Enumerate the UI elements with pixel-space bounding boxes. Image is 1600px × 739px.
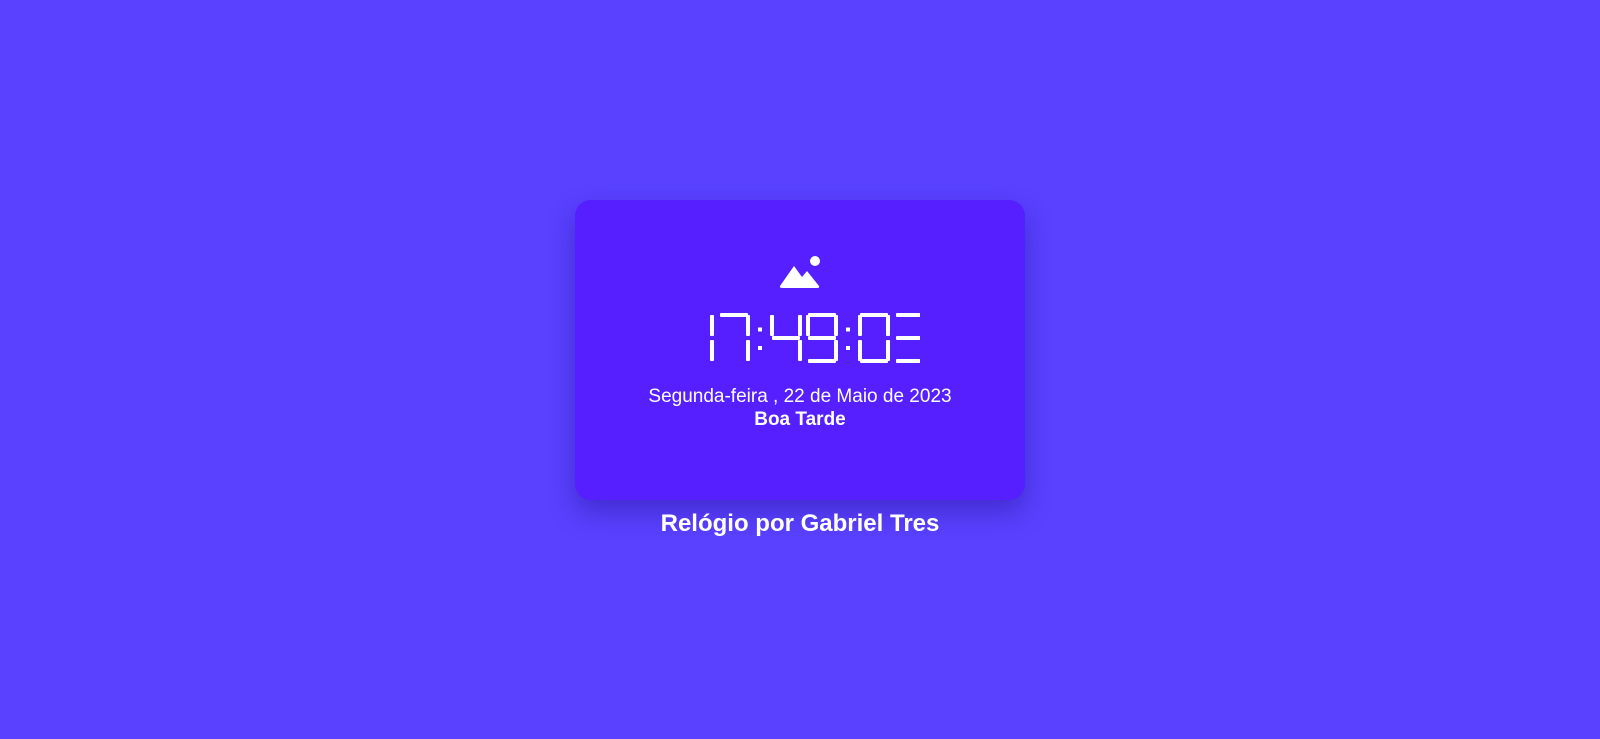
digital-time — [575, 310, 1025, 366]
time-separator — [758, 327, 762, 350]
time-digit-3 — [806, 313, 838, 363]
clock-card: Segunda-feira , 22 de Maio de 2023 Boa T… — [575, 200, 1025, 500]
time-digit-1 — [720, 313, 750, 361]
time-digit-4 — [858, 313, 890, 363]
date-text: Segunda-feira , 22 de Maio de 2023 — [648, 386, 952, 407]
period-icon-wrapper — [575, 255, 1025, 289]
time-digit-2 — [770, 315, 802, 361]
time-digit-5 — [896, 313, 920, 363]
digital-time-display — [710, 313, 920, 363]
footer-credit: Relógio por Gabriel Tres — [660, 510, 940, 537]
greeting-text: Boa Tarde — [754, 409, 846, 430]
time-separator — [846, 327, 850, 350]
mountain-icon — [779, 256, 820, 288]
time-digit-0 — [710, 315, 714, 361]
